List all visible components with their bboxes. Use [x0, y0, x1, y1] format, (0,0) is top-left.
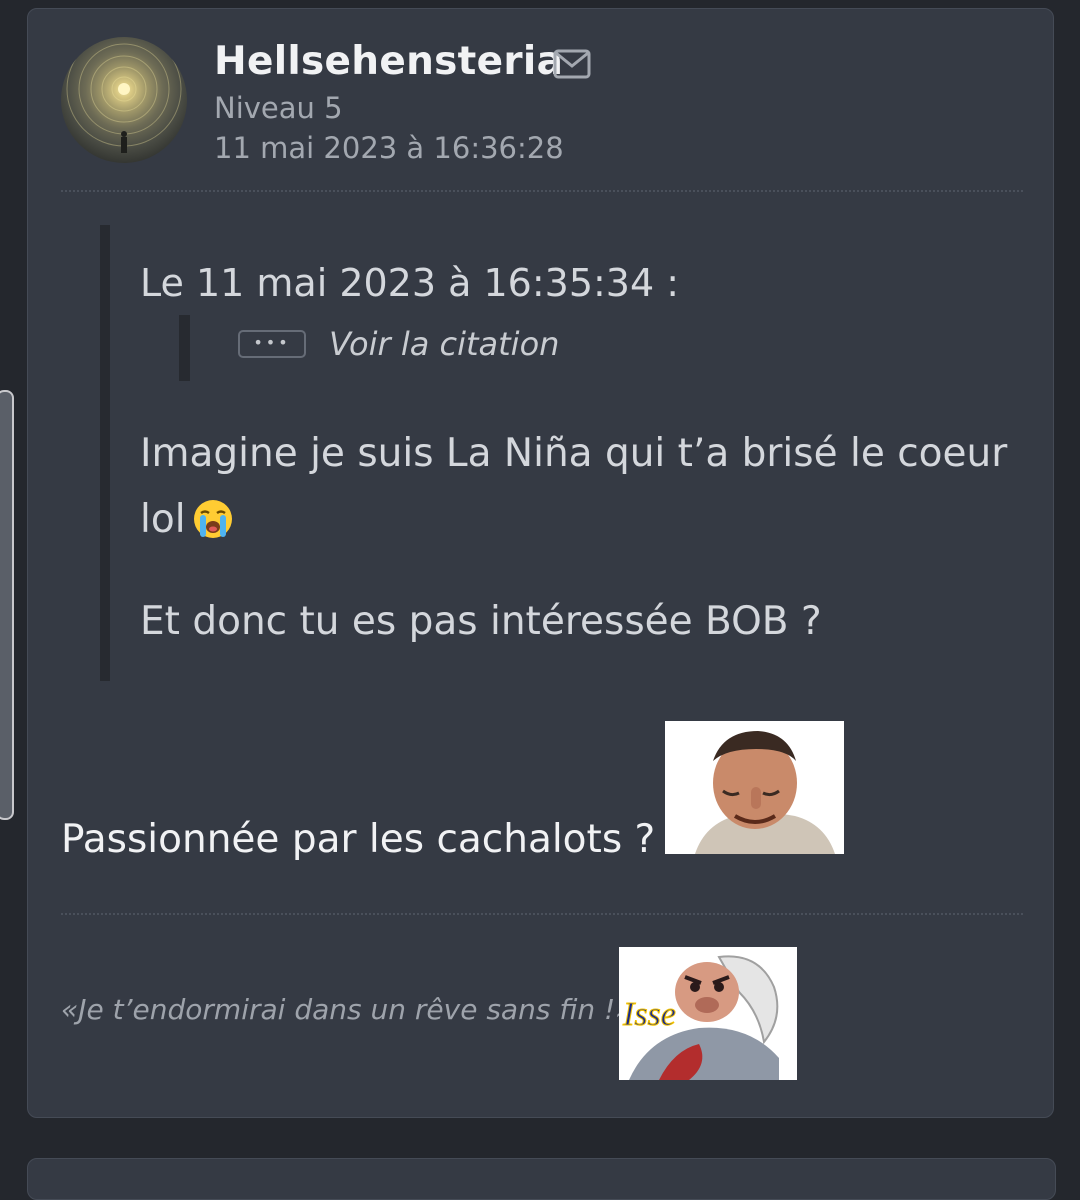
loudly-crying-face-icon: [192, 495, 234, 538]
isse-sticker[interactable]: Isse: [619, 947, 797, 1080]
next-post: [27, 1158, 1056, 1200]
risitas-sticker[interactable]: [665, 721, 844, 854]
post-date[interactable]: 11 mai 2023 à 16:36:28: [214, 131, 564, 165]
page-scrollbar[interactable]: [0, 390, 14, 820]
show-quote-link[interactable]: Voir la citation: [329, 325, 559, 363]
sticker-caption: Isse: [622, 996, 676, 1033]
author-username[interactable]: Hellsehensteria: [214, 39, 563, 84]
forum-post: Hellsehensteria Niveau 5 11 mai 2023 à 1…: [27, 8, 1054, 1118]
ellipsis-icon[interactable]: •••: [238, 330, 306, 358]
signature-text: «Je t’endormirai dans un rêve sans fin !…: [61, 993, 633, 1026]
quote-border: [100, 225, 110, 681]
author-level: Niveau 5: [214, 91, 343, 125]
quote-header: Le 11 mai 2023 à 16:35:34 :: [140, 261, 680, 305]
signature-divider: [61, 913, 1023, 915]
post-message: Passionnée par les cachalots ?: [61, 817, 656, 862]
quote-paragraph: Et donc tu es pas intéressée BOB ?: [140, 599, 822, 644]
mail-icon[interactable]: [553, 49, 591, 83]
quote-paragraph: Imagine je suis La Niña qui t’a brisé le…: [140, 421, 1020, 553]
header-divider: [61, 190, 1023, 192]
nested-quote-border: [179, 315, 190, 381]
avatar[interactable]: [61, 37, 187, 163]
quote-paragraph-text: Imagine je suis La Niña qui t’a brisé le…: [140, 431, 1008, 542]
